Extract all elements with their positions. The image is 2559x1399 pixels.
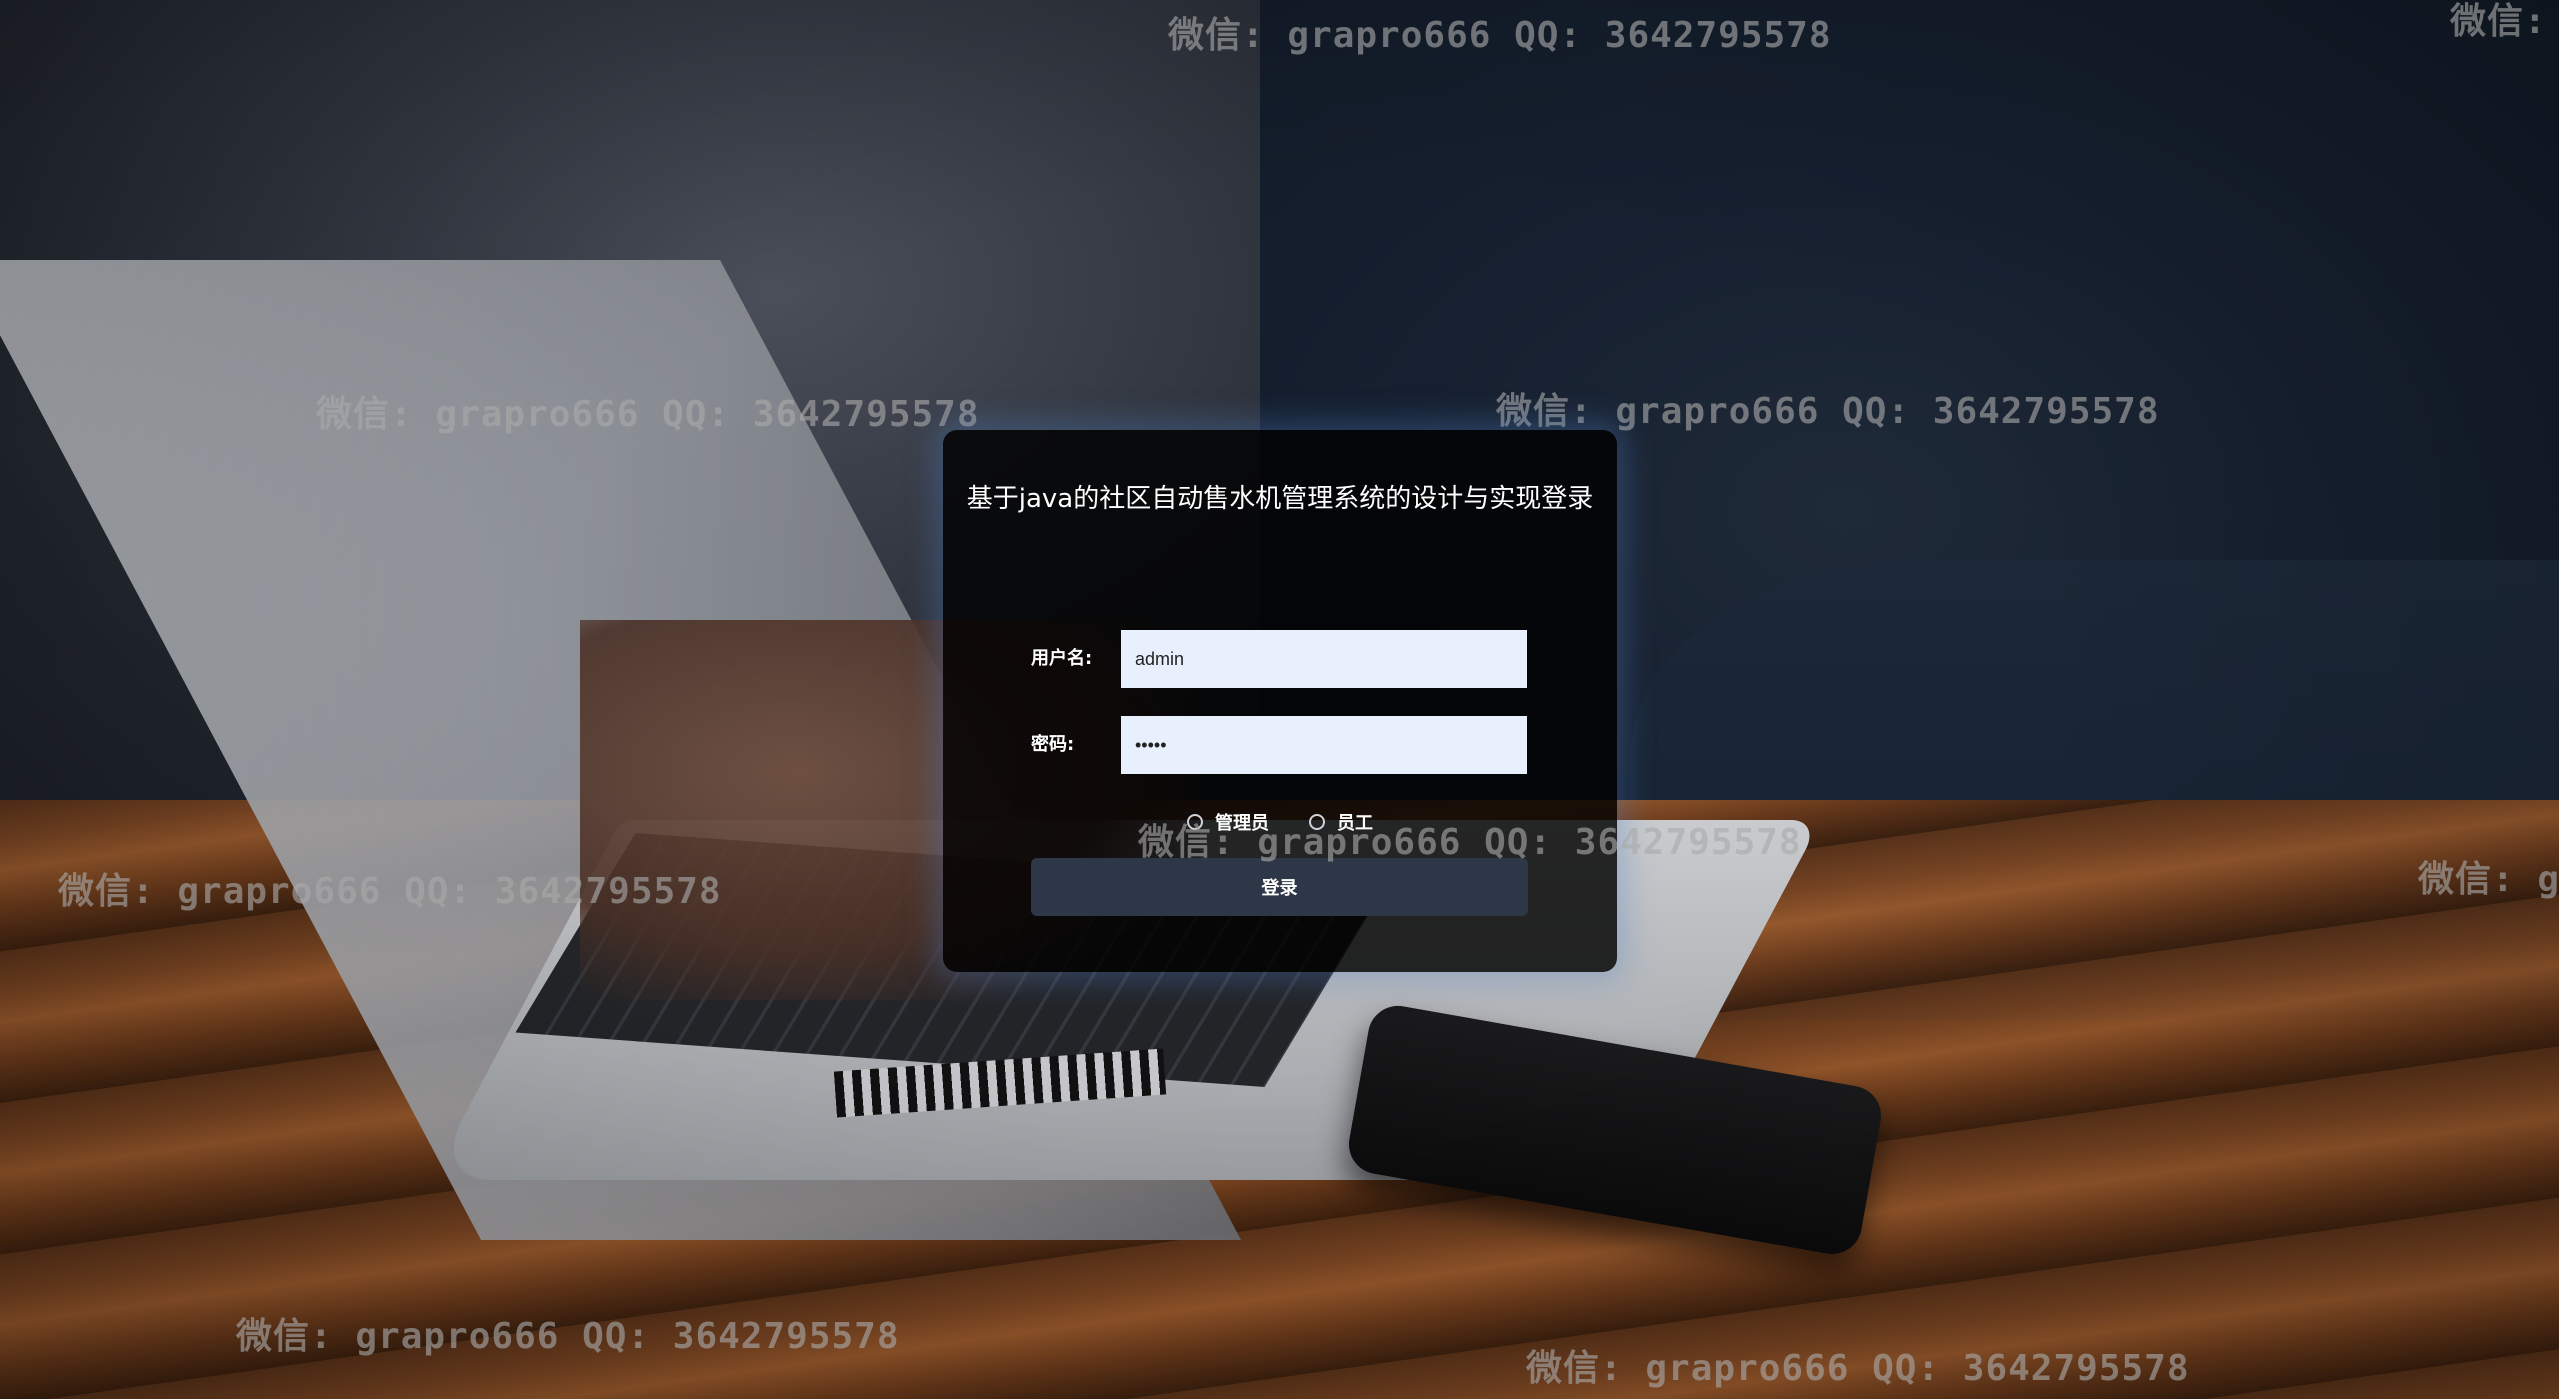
username-input[interactable] [1121,630,1527,688]
watermark: 微信: grapro666 QQ: 3642795578 [236,1316,900,1357]
watermark: 微信: grapro666 QQ: 3642795578 [1526,1348,2190,1389]
watermark: 微信: grapro666 QQ: 3642795578 [1138,822,1802,863]
watermark: 微信: grapro666 QQ: 3642795578 [316,394,980,435]
watermark: 微信: grapro666 QQ: 3642795578 [1496,391,2160,432]
password-row: 密码: [943,716,1617,774]
password-label: 密码: [1031,734,1075,755]
watermark: 微信: [2450,1,2547,42]
login-button[interactable]: 登录 [1031,858,1528,916]
login-card: 基于java的社区自动售水机管理系统的设计与实现登录 用户名: 密码: 管理员 … [943,430,1617,972]
watermark: 微信: grapro666 QQ: 3642795578 [1168,15,1832,56]
watermark: 微信: grapro666 QQ: 3642795578 [58,871,722,912]
login-title: 基于java的社区自动售水机管理系统的设计与实现登录 [966,484,1594,514]
username-row: 用户名: [943,630,1617,688]
username-label: 用户名: [1031,648,1093,669]
login-page: 微信: grapro666 QQ: 3642795578 微信: 微信: gra… [0,0,2559,1399]
password-input[interactable] [1121,716,1527,774]
watermark: 微信: g [2418,859,2559,900]
